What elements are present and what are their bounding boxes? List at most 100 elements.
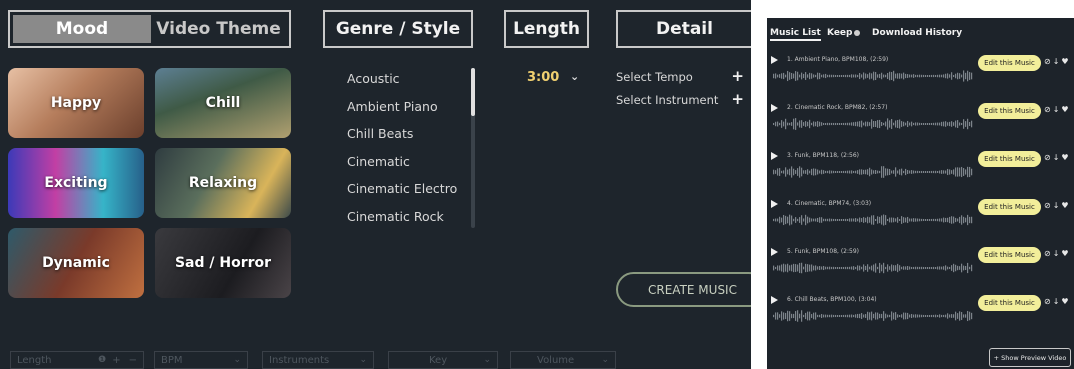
play-icon[interactable] xyxy=(771,56,778,64)
play-icon[interactable] xyxy=(771,248,778,256)
download-icon[interactable]: ↓ xyxy=(1053,297,1060,306)
genre-item[interactable]: Acoustic xyxy=(347,68,467,96)
tab-download-history[interactable]: Download History xyxy=(872,28,962,38)
waveform[interactable] xyxy=(773,165,973,179)
download-icon[interactable]: ↓ xyxy=(1053,105,1060,114)
minus-icon[interactable]: − xyxy=(129,355,137,366)
heart-icon[interactable]: ♥ xyxy=(1061,249,1068,258)
track-row[interactable]: 1. Ambient Piano, BPM108, (2:59) Edit th… xyxy=(767,55,1074,103)
bpm-filter[interactable]: BPM ⌄ xyxy=(154,351,248,369)
volume-filter[interactable]: Volume ⌄ xyxy=(510,351,616,369)
waveform-bar xyxy=(827,266,829,270)
select-tempo-row[interactable]: Select Tempo + xyxy=(616,67,748,85)
edit-music-button[interactable]: Edit this Music xyxy=(978,247,1041,263)
waveform-bar xyxy=(947,168,949,176)
mood-tile-exciting[interactable]: Exciting xyxy=(8,148,144,218)
download-icon[interactable]: ↓ xyxy=(1053,57,1060,66)
waveform-bar xyxy=(781,120,783,128)
genre-item[interactable]: Cinematic Electro xyxy=(347,178,467,206)
mood-tile-sad-horror[interactable]: Sad / Horror xyxy=(155,228,291,298)
link-icon[interactable]: ⊘ xyxy=(1044,201,1051,210)
key-filter[interactable]: Key ⌄ xyxy=(388,351,498,369)
waveform-bar xyxy=(895,73,897,79)
link-icon[interactable]: ⊘ xyxy=(1044,105,1051,114)
instruments-filter[interactable]: Instruments ⌄ xyxy=(262,351,374,369)
play-icon[interactable] xyxy=(771,296,778,304)
edit-music-button[interactable]: Edit this Music xyxy=(978,103,1041,119)
track-row[interactable]: 3. Funk, BPM118, (2:56) Edit this Music … xyxy=(767,151,1074,199)
edit-music-button[interactable]: Edit this Music xyxy=(978,295,1041,311)
download-icon[interactable]: ↓ xyxy=(1053,201,1060,210)
waveform[interactable] xyxy=(773,213,973,227)
waveform[interactable] xyxy=(773,309,973,323)
edit-music-button[interactable]: Edit this Music xyxy=(978,199,1041,215)
track-row[interactable]: 4. Cinematic, BPM74, (3:03) Edit this Mu… xyxy=(767,199,1074,247)
waveform[interactable] xyxy=(773,69,973,83)
tab-music-list[interactable]: Music List xyxy=(770,28,821,41)
waveform-bar xyxy=(927,218,929,222)
waveform-bar xyxy=(929,74,931,78)
waveform-bar xyxy=(899,218,901,222)
genre-item[interactable]: Ambient Piano xyxy=(347,96,467,124)
waveform-bar xyxy=(881,264,883,272)
genre-scrollbar[interactable] xyxy=(471,68,475,228)
tab-mood[interactable]: Mood xyxy=(13,15,151,43)
download-icon[interactable]: ↓ xyxy=(1053,153,1060,162)
download-icon[interactable]: ↓ xyxy=(1053,249,1060,258)
heart-icon[interactable]: ♥ xyxy=(1061,57,1068,66)
link-icon[interactable]: ⊘ xyxy=(1044,57,1051,66)
track-row[interactable]: 6. Chill Beats, BPM100, (3:04) Edit this… xyxy=(767,295,1074,343)
waveform-bar xyxy=(835,218,837,222)
plus-icon[interactable]: + xyxy=(112,355,120,366)
waveform-bar xyxy=(873,313,875,319)
play-icon[interactable] xyxy=(771,104,778,112)
waveform[interactable] xyxy=(773,117,973,131)
chevron-down-icon[interactable]: ⌄ xyxy=(570,70,579,83)
tab-keep[interactable]: Keep xyxy=(827,28,861,38)
genre-item[interactable]: Cinematic Rock xyxy=(347,206,467,234)
waveform-bar xyxy=(807,169,809,175)
show-preview-video-button[interactable]: + Show Preview Video xyxy=(989,348,1071,367)
play-icon[interactable] xyxy=(771,200,778,208)
track-row[interactable]: 2. Cinematic Rock, BPM82, (2:57) Edit th… xyxy=(767,103,1074,151)
select-instrument-row[interactable]: Select Instrument + xyxy=(616,90,748,108)
waveform-bar xyxy=(895,120,897,128)
track-row[interactable]: 5. Funk, BPM108, (2:59) Edit this Music … xyxy=(767,247,1074,295)
heart-icon[interactable]: ♥ xyxy=(1061,297,1068,306)
waveform-bar xyxy=(781,264,783,272)
mood-tile-chill[interactable]: Chill xyxy=(155,68,291,138)
tab-video-theme[interactable]: Video Theme xyxy=(151,15,286,43)
waveform-bar xyxy=(907,120,909,128)
waveform-bar xyxy=(831,170,833,174)
waveform-bar xyxy=(803,73,805,79)
create-music-button[interactable]: CREATE MUSIC xyxy=(616,272,751,307)
waveform-bar xyxy=(807,121,809,127)
scrollbar-thumb[interactable] xyxy=(471,68,475,116)
edit-music-button[interactable]: Edit this Music xyxy=(978,55,1041,71)
link-icon[interactable]: ⊘ xyxy=(1044,249,1051,258)
heart-icon[interactable]: ♥ xyxy=(1061,153,1068,162)
link-icon[interactable]: ⊘ xyxy=(1044,153,1051,162)
music-list-panel: Music List Keep Download History 1. Ambi… xyxy=(767,18,1074,369)
plus-icon[interactable]: + xyxy=(731,67,744,85)
heart-icon[interactable]: ♥ xyxy=(1061,105,1068,114)
length-filter[interactable]: Length ❶ + − xyxy=(10,351,144,369)
edit-music-button[interactable]: Edit this Music xyxy=(978,151,1041,167)
plus-icon[interactable]: + xyxy=(731,90,744,108)
heart-icon[interactable]: ♥ xyxy=(1061,201,1068,210)
mood-tile-dynamic[interactable]: Dynamic xyxy=(8,228,144,298)
waveform-bar xyxy=(927,74,929,78)
track-title: 3. Funk, BPM118, (2:56) xyxy=(787,152,859,159)
length-value[interactable]: 3:00 xyxy=(527,70,559,85)
waveform[interactable] xyxy=(773,261,973,275)
waveform-bar xyxy=(799,217,801,223)
link-icon[interactable]: ⊘ xyxy=(1044,297,1051,306)
genre-item[interactable]: Cinematic xyxy=(347,151,467,179)
waveform-bar xyxy=(955,167,957,177)
genre-item[interactable]: Chill Beats xyxy=(347,123,467,151)
waveform-bar xyxy=(813,312,815,320)
mood-tile-relaxing[interactable]: Relaxing xyxy=(155,148,291,218)
play-icon[interactable] xyxy=(771,152,778,160)
waveform-bar xyxy=(943,74,945,78)
mood-tile-happy[interactable]: Happy xyxy=(8,68,144,138)
